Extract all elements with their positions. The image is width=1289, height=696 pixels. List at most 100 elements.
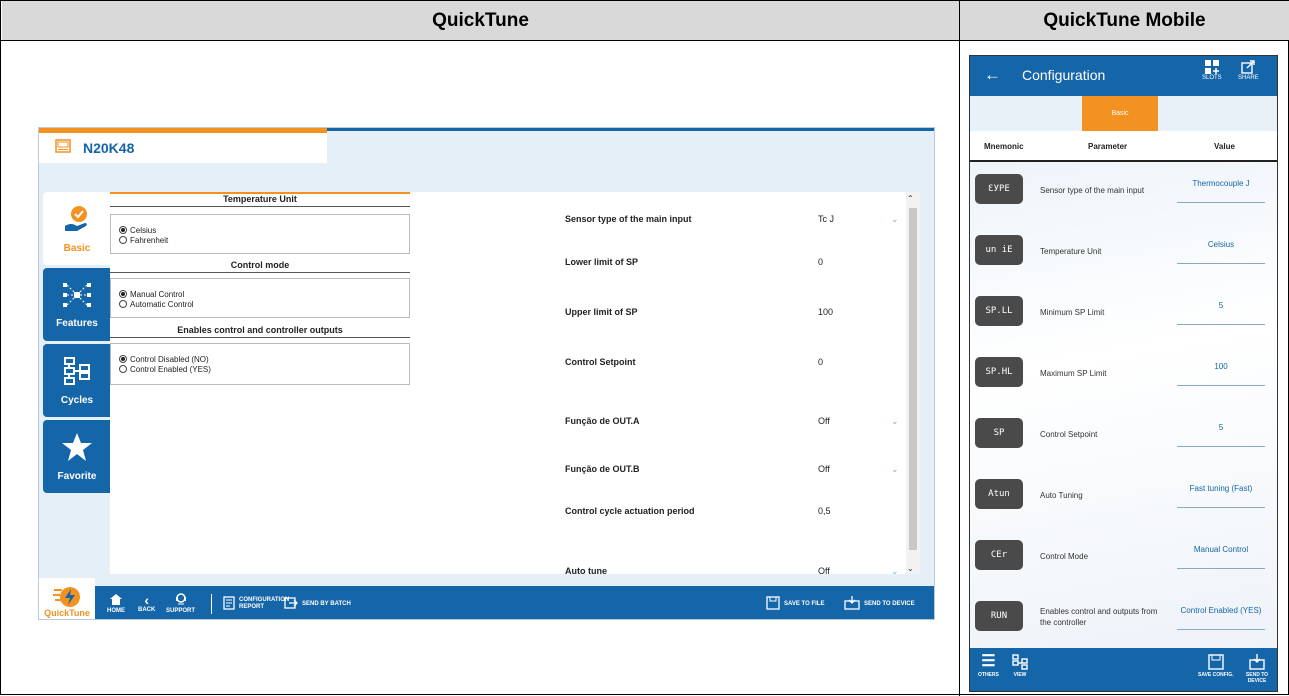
chevron-down-icon[interactable]: ⌄ <box>891 464 899 475</box>
sidebar-tab-cycles[interactable]: Cycles <box>43 344 111 417</box>
list-item[interactable]: un iE Temperature Unit Celsius <box>970 223 1277 284</box>
send-to-device-icon <box>1249 654 1265 670</box>
param-row-auto-tune[interactable]: Auto tune Off ⌄ <box>565 566 905 580</box>
device-card[interactable]: N20K48 <box>39 133 327 163</box>
quicktune-logo: QuickTune <box>39 578 95 619</box>
view-button[interactable]: VIEW <box>1012 654 1028 678</box>
send-to-device-button[interactable]: SEND TO DEVICE <box>1242 654 1272 684</box>
param-row-lower-limit-sp[interactable]: Lower limit of SP 0 <box>565 257 905 271</box>
comparison-table: QuickTune QuickTune Mobile N20K48 Basic … <box>0 0 1289 696</box>
list-item[interactable]: SP.HL Maximum SP Limit 100 <box>970 345 1277 406</box>
value-underline <box>1177 629 1265 630</box>
radio-selected-icon <box>119 226 127 234</box>
mobile-bottom-bar: ☰ OTHERS VIEW SAVE CONFIG. SEND TO DEVIC… <box>970 648 1277 691</box>
list-item[interactable]: RUN Enables control and outputs from the… <box>970 589 1277 650</box>
list-item[interactable]: ƐУPE Sensor type of the main input Therm… <box>970 162 1277 223</box>
column-header-value: Value <box>1214 142 1235 151</box>
home-button[interactable]: HOME <box>107 586 125 619</box>
flowchart-icon <box>63 356 91 389</box>
column-header-quicktune: QuickTune <box>2 1 959 40</box>
parameter-value[interactable]: 5 <box>1175 423 1267 432</box>
configuration-report-button[interactable]: CONFIGURATION REPORT <box>223 586 289 619</box>
radio-fahrenheit[interactable]: Fahrenheit <box>119 235 403 245</box>
back-button[interactable]: ‹ BACK <box>138 586 155 619</box>
radio-manual-control[interactable]: Manual Control <box>119 289 403 299</box>
scrollbar-thumb[interactable] <box>909 208 917 550</box>
mobile-parameter-list: ƐУPE Sensor type of the main input Therm… <box>970 162 1277 650</box>
chevron-down-icon[interactable]: ⌄ <box>891 566 899 577</box>
tab-basic[interactable]: Basic <box>1082 96 1158 131</box>
column-header-quicktune-mobile: QuickTune Mobile <box>960 1 1289 40</box>
parameter-value[interactable]: 100 <box>1175 362 1267 371</box>
sidebar-tab-basic[interactable]: Basic <box>43 192 111 265</box>
slots-icon <box>1204 60 1219 74</box>
scroll-up-icon[interactable]: ⌃ <box>907 194 914 203</box>
send-by-batch-button[interactable]: SEND BY BATCH <box>284 586 351 619</box>
chevron-down-icon[interactable]: ⌄ <box>891 416 899 427</box>
param-row-out-a-function[interactable]: Função de OUT.A Off ⌄ <box>565 416 905 430</box>
others-button[interactable]: ☰ OTHERS <box>978 654 999 679</box>
back-arrow-icon[interactable]: ← <box>984 65 1001 85</box>
share-icon <box>1241 60 1256 74</box>
slots-button[interactable]: SLOTS <box>1202 60 1222 81</box>
device-name: N20K48 <box>83 140 135 156</box>
star-icon <box>61 432 93 465</box>
save-icon <box>766 595 780 612</box>
parameter-value[interactable]: Celsius <box>1175 240 1267 249</box>
value-underline <box>1177 385 1265 386</box>
scroll-down-icon[interactable]: ⌄ <box>907 564 914 573</box>
radio-unselected-icon <box>119 300 127 308</box>
home-icon <box>110 593 122 607</box>
parameter-value[interactable]: Thermocouple J <box>1175 179 1267 188</box>
parameter-value[interactable]: Manual Control <box>1175 545 1267 554</box>
basic-settings-panel: Temperature Unit Celsius Fahrenheit Cont… <box>110 192 914 576</box>
sidebar-label-favorite: Favorite <box>57 470 97 482</box>
param-row-sensor-type[interactable]: Sensor type of the main input Tc J ⌄ <box>565 214 905 228</box>
radio-automatic-control[interactable]: Automatic Control <box>119 299 403 309</box>
share-button[interactable]: SHARE <box>1238 60 1259 81</box>
column-header-parameter: Parameter <box>1088 142 1128 151</box>
save-config-button[interactable]: SAVE CONFIG. <box>1198 654 1233 678</box>
radio-selected-icon <box>119 290 127 298</box>
parameter-label: Minimum SP Limit <box>1040 308 1105 317</box>
param-row-cycle-period[interactable]: Control cycle actuation period 0,5 <box>565 506 905 520</box>
section-title-temperature-unit: Temperature Unit <box>110 192 410 207</box>
mnemonic-badge: un iE <box>975 235 1023 265</box>
radio-control-disabled[interactable]: Control Disabled (NO) <box>119 354 403 364</box>
radio-control-enabled[interactable]: Control Enabled (YES) <box>119 364 403 374</box>
sidebar-tab-features[interactable]: Features <box>43 268 111 341</box>
quicktune-mobile-screen: ← Configuration SLOTS SHARE Basic Mnemon… <box>969 55 1278 692</box>
parameter-label: Enables control and outputs from the con… <box>1040 607 1158 627</box>
network-icon <box>62 281 92 312</box>
device-icon <box>55 138 71 158</box>
list-item[interactable]: Atun Auto Tuning Fast tuning (Fast) <box>970 467 1277 528</box>
chevron-down-icon[interactable]: ⌄ <box>891 214 899 225</box>
param-row-out-b-function[interactable]: Função de OUT.B Off ⌄ <box>565 464 905 478</box>
column-header-mnemonic: Mnemonic <box>984 142 1024 151</box>
support-button[interactable]: SUPPORT <box>166 586 195 619</box>
param-row-upper-limit-sp[interactable]: Upper limit of SP 100 <box>565 307 905 321</box>
section-title-enables-control: Enables control and controller outputs <box>110 325 410 338</box>
back-arrow-icon: ‹ <box>144 592 149 608</box>
mobile-top-bar: ← Configuration SLOTS SHARE <box>970 56 1277 96</box>
save-icon <box>1208 654 1224 670</box>
parameter-value[interactable]: Control Enabled (YES) <box>1175 606 1267 615</box>
radio-celsius[interactable]: Celsius <box>119 225 403 235</box>
sidebar-label-cycles: Cycles <box>60 394 94 406</box>
mnemonic-badge: RUN <box>975 601 1023 631</box>
send-to-device-button[interactable]: SEND TO DEVICE <box>844 586 915 619</box>
parameter-label: Sensor type of the main input <box>1040 186 1145 195</box>
section-title-control-mode: Control mode <box>110 260 410 273</box>
list-item[interactable]: SP.LL Minimum SP Limit 5 <box>970 284 1277 345</box>
list-item[interactable]: CEr Control Mode Manual Control <box>970 528 1277 589</box>
mnemonic-badge: SP.HL <box>975 357 1023 387</box>
param-row-control-setpoint[interactable]: Control Setpoint 0 <box>565 357 905 371</box>
save-to-file-button[interactable]: SAVE TO FILE <box>766 586 824 619</box>
parameter-value[interactable]: Fast tuning (Fast) <box>1175 484 1267 493</box>
mobile-page-title: Configuration <box>1022 67 1106 83</box>
parameter-label: Control Mode <box>1040 552 1089 561</box>
value-underline <box>1177 507 1265 508</box>
sidebar-tab-favorite[interactable]: Favorite <box>43 420 111 493</box>
parameter-value[interactable]: 5 <box>1175 301 1267 310</box>
list-item[interactable]: SP Control Setpoint 5 <box>970 406 1277 467</box>
